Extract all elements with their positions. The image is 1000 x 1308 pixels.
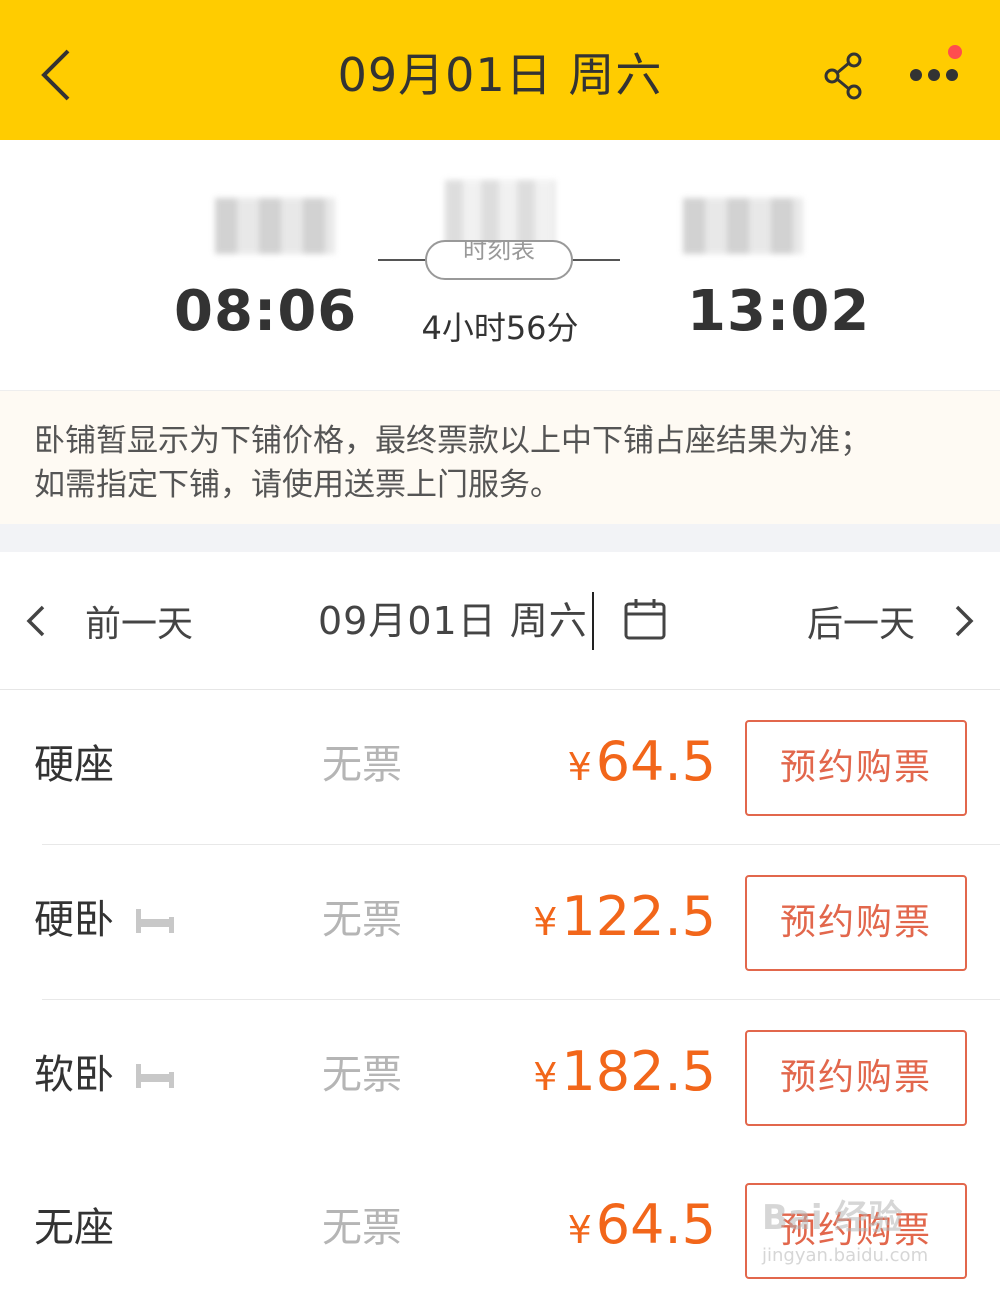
seat-price: ¥64.5 [567, 1193, 716, 1256]
next-day-label: 后一天 [806, 604, 915, 645]
ticket-availability: 无票 [322, 1205, 402, 1251]
arrival-time: 13:02 [687, 279, 871, 344]
top-bar: 09月01日 周六 [0, 0, 1000, 140]
timetable-button[interactable]: 时刻表 [425, 240, 573, 280]
previous-day-label: 前一天 [85, 604, 194, 645]
seat-type: 无座 [34, 1205, 114, 1251]
notice-line-1: 卧铺暂显示为下铺价格，最终票款以上中下铺占座结果为准； [34, 423, 871, 459]
departure-station-blurred [215, 198, 335, 254]
seat-price: ¥182.5 [533, 1040, 716, 1103]
notice-line-2: 如需指定下铺，请使用送票上门服务。 [34, 467, 561, 503]
ticket-availability: 无票 [322, 742, 402, 788]
reserve-button[interactable]: 预约购票 [745, 1030, 967, 1126]
date-switcher: 前一天 09月01日 周六 后一天 [0, 552, 1000, 690]
ticket-availability: 无票 [322, 897, 402, 943]
seat-price: ¥122.5 [533, 885, 716, 948]
previous-day-button[interactable]: 前一天 [25, 596, 193, 646]
chevron-left-icon [26, 605, 45, 637]
chevron-right-icon [955, 605, 974, 637]
notification-dot [948, 45, 962, 59]
calendar-button[interactable] [622, 596, 668, 642]
arrival-station-blurred [683, 198, 803, 254]
seat-price: ¥64.5 [567, 730, 716, 793]
route-line-right [572, 259, 620, 261]
seat-row-hard-seat: 硬座 无票 ¥64.5 预约购票 [0, 690, 1000, 845]
current-date[interactable]: 09月01日 周六 [318, 596, 588, 646]
trip-duration: 4小时56分 [421, 309, 579, 347]
text-cursor [592, 592, 594, 650]
calendar-icon [624, 599, 666, 640]
bed-icon [136, 1064, 174, 1088]
bed-icon [136, 909, 174, 933]
reserve-button[interactable]: 预约购票 [745, 720, 967, 816]
reserve-button[interactable]: 预约购票 [745, 1183, 967, 1279]
chevron-left-icon [41, 49, 70, 101]
seat-row-soft-sleeper: 软卧 无票 ¥182.5 预约购票 [0, 1000, 1000, 1155]
seat-row-standing: 无座 无票 ¥64.5 预约购票 [0, 1153, 1000, 1308]
seat-row-hard-sleeper: 硬卧 无票 ¥122.5 预约购票 [0, 845, 1000, 1000]
seat-type: 软卧 [34, 1052, 114, 1098]
departure-time: 08:06 [174, 279, 358, 344]
seat-type: 硬卧 [34, 897, 114, 943]
seat-type: 硬座 [34, 742, 114, 788]
sleeper-notice: 卧铺暂显示为下铺价格，最终票款以上中下铺占座结果为准； 如需指定下铺，请使用送票… [0, 390, 1000, 524]
section-gap [0, 524, 1000, 552]
page-title: 09月01日 周六 [337, 48, 663, 102]
share-button[interactable] [818, 50, 870, 102]
back-button[interactable] [30, 40, 80, 110]
next-day-button[interactable]: 后一天 [807, 596, 975, 646]
reserve-button[interactable]: 预约购票 [745, 875, 967, 971]
more-dots-icon [910, 69, 958, 81]
more-menu-button[interactable] [900, 45, 970, 105]
share-icon [824, 52, 862, 100]
trip-info: 时刻表 08:06 13:02 4小时56分 [0, 140, 1000, 390]
ticket-availability: 无票 [322, 1052, 402, 1098]
route-line-left [378, 259, 426, 261]
